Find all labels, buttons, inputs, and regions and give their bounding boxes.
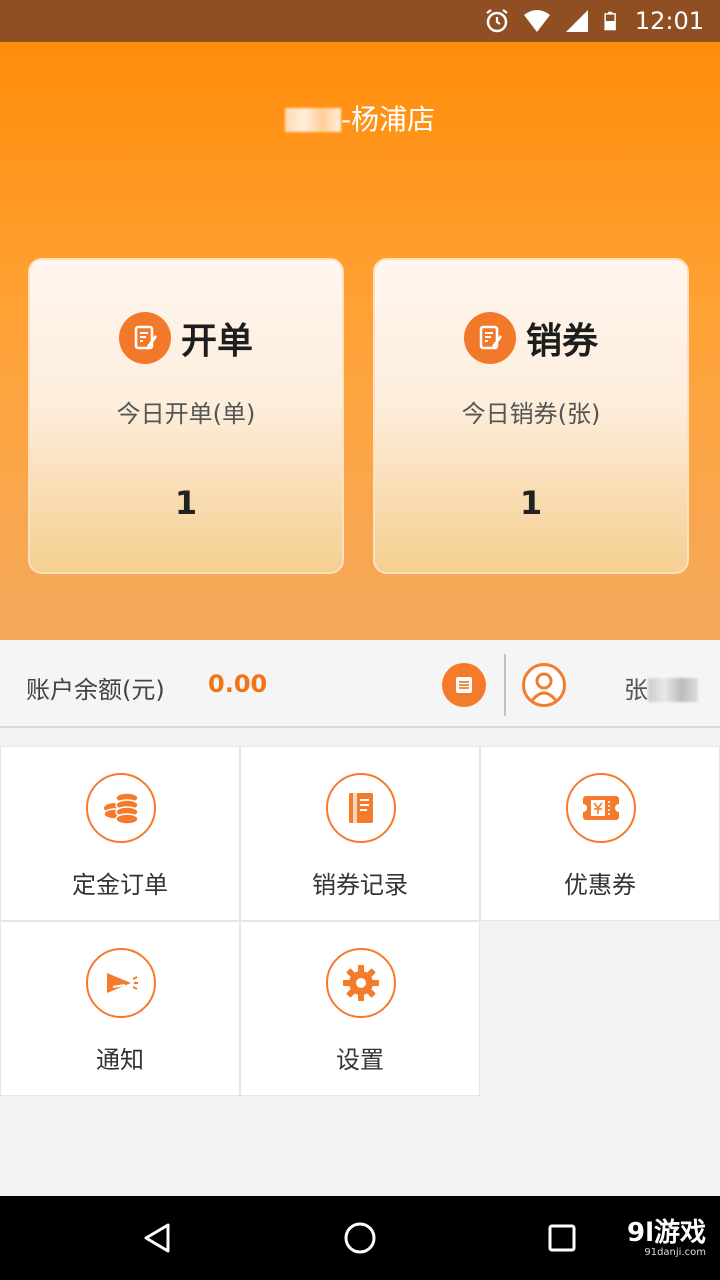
menu-item-settings[interactable]: 设置 — [240, 921, 480, 1096]
signal-icon — [565, 10, 588, 32]
avatar-icon[interactable] — [522, 663, 566, 707]
system-nav-bar: 9l游戏 91danji.com — [0, 1196, 720, 1280]
status-time: 12:01 — [634, 7, 704, 35]
alarm-icon — [486, 9, 508, 33]
ticket-icon — [566, 773, 636, 843]
store-name-suffix: -杨浦店 — [340, 103, 436, 136]
battery-icon — [604, 11, 616, 31]
balance-label: 账户余额(元) — [26, 676, 165, 704]
card-title: 销券 — [375, 312, 687, 364]
coins-icon — [86, 773, 156, 843]
menu-item-label: 定金订单 — [72, 871, 168, 899]
notepad-icon — [118, 312, 171, 364]
menu-item-deposit-orders[interactable]: 定金订单 — [0, 746, 240, 921]
menu-item-label: 销券记录 — [312, 871, 408, 899]
watermark-domain: 91danji.com — [644, 1247, 706, 1258]
menu-item-label: 设置 — [336, 1046, 384, 1074]
account-bar: 账户余额(元) 0.00 张 — [0, 640, 720, 728]
back-icon[interactable] — [138, 1218, 178, 1258]
menu-item-coupons[interactable]: 优惠券 — [480, 746, 720, 921]
card-value: 1 — [174, 484, 198, 522]
card-title-label: 开单 — [180, 321, 253, 362]
watermark-logo: 9l游戏 91danji.com — [627, 1220, 706, 1258]
balance-value: 0.00 — [208, 670, 268, 698]
user-name-blurred — [648, 678, 698, 702]
recents-icon[interactable] — [542, 1218, 582, 1258]
card-title-label: 销券 — [525, 321, 598, 362]
menu-item-label: 通知 — [96, 1046, 144, 1074]
header: -杨浦店 开单 今日开单(单) 1 销券 今日销券(张) 1 — [0, 42, 720, 640]
card-subtitle: 今日销券(张) — [461, 400, 601, 428]
store-name: -杨浦店 — [0, 98, 720, 138]
list-icon[interactable] — [442, 663, 486, 707]
sell-coupon-card[interactable]: 销券 今日销券(张) 1 — [373, 258, 689, 574]
card-subtitle: 今日开单(单) — [116, 400, 256, 428]
gear-icon — [326, 948, 396, 1018]
menu-item-coupon-records[interactable]: 销券记录 — [240, 746, 480, 921]
home-icon[interactable] — [340, 1218, 380, 1258]
book-icon — [326, 773, 396, 843]
user-name[interactable]: 张 — [624, 670, 698, 705]
store-name-blurred — [284, 108, 341, 132]
notepad-icon — [463, 312, 516, 364]
megaphone-icon — [86, 948, 156, 1018]
menu-item-notifications[interactable]: 通知 — [0, 921, 240, 1096]
wifi-icon — [523, 10, 550, 32]
divider — [504, 654, 506, 716]
user-name-prefix: 张 — [624, 676, 648, 704]
menu-item-label: 优惠券 — [564, 871, 636, 899]
open-order-card[interactable]: 开单 今日开单(单) 1 — [28, 258, 344, 574]
watermark-text: 9l游戏 — [626, 1218, 706, 1248]
card-title: 开单 — [30, 312, 342, 364]
card-value: 1 — [519, 484, 543, 522]
status-bar: 12:01 — [0, 0, 720, 42]
